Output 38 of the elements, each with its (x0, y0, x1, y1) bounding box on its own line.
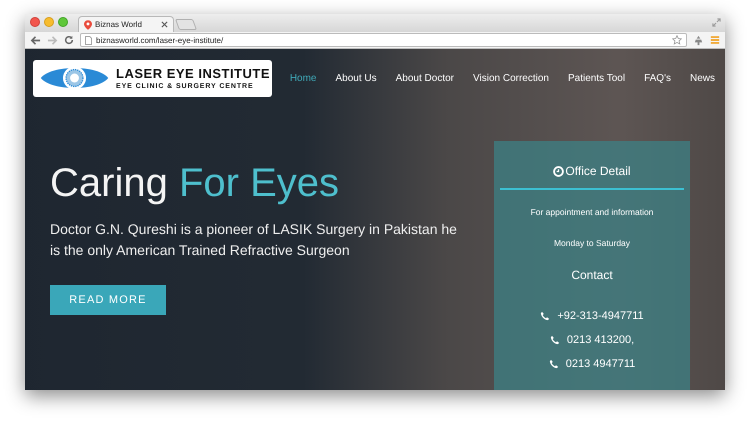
hero-title-highlight: For Eyes (178, 161, 340, 205)
maximize-icon[interactable] (58, 17, 68, 27)
map-pin-icon (84, 20, 92, 30)
hero-description: Doctor G.N. Qureshi is a pioneer of LASIK Surgery in Pakistan he is the only American Trained Refractive Surgeon (50, 220, 458, 260)
close-icon[interactable] (161, 21, 168, 28)
logo-title: LASER EYE INSTITUTE (116, 66, 270, 81)
star-icon[interactable] (672, 35, 682, 45)
back-arrow-icon[interactable] (30, 34, 41, 46)
close-icon[interactable] (30, 17, 40, 27)
nav-link[interactable]: About Us (336, 72, 377, 84)
phone-number[interactable]: +92-313-4947711 (557, 310, 644, 322)
clock-icon (553, 166, 564, 176)
nav-link[interactable]: News (690, 72, 715, 84)
office-title: Office Detail (565, 164, 631, 178)
new-tab-button[interactable] (175, 19, 197, 30)
contact-title: Contact (571, 268, 613, 282)
phone-number[interactable]: 0213 413200, (566, 334, 634, 346)
reload-icon[interactable] (64, 35, 74, 45)
phone-icon (548, 359, 559, 369)
browser-tab[interactable]: Biznas World (78, 16, 174, 32)
office-info-text: For appointment and information (530, 207, 654, 217)
nav-link[interactable]: FAQ's (644, 72, 671, 84)
fullscreen-icon[interactable] (712, 18, 721, 27)
phone-icon (540, 311, 550, 321)
nav-link[interactable]: About Doctor (396, 72, 454, 84)
minimize-icon[interactable] (44, 17, 54, 27)
phone-icon (550, 335, 560, 345)
nav-link[interactable]: Vision Correction (473, 72, 549, 84)
forward-arrow-icon[interactable] (47, 34, 58, 46)
hero-title: Caring (50, 161, 168, 205)
page-icon (85, 36, 92, 44)
phone-number[interactable]: 0213 4947711 (566, 358, 636, 370)
office-info-text: Monday to Saturday (554, 238, 630, 248)
address-bar[interactable]: biznasworld.com/laser-eye-institute/ (80, 33, 687, 47)
nav-link[interactable]: Patients Tool (568, 72, 626, 84)
menu-icon[interactable] (710, 35, 720, 45)
extension-icon[interactable] (693, 34, 704, 46)
nav-link[interactable]: Home (290, 72, 316, 84)
